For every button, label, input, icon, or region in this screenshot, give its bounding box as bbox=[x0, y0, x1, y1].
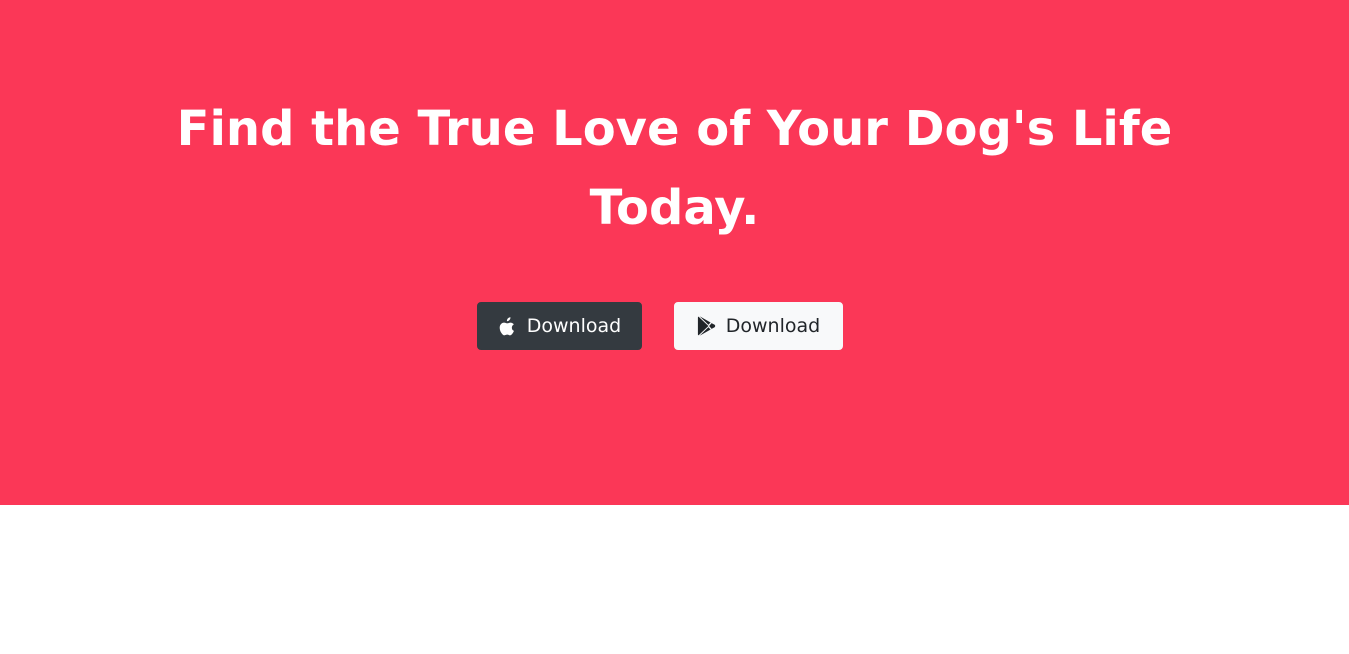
google-play-download-label: Download bbox=[725, 315, 821, 337]
google-play-icon bbox=[697, 316, 717, 336]
apple-download-button[interactable]: Download bbox=[477, 302, 642, 350]
apple-download-label: Download bbox=[526, 315, 622, 337]
apple-icon bbox=[498, 316, 518, 336]
google-play-download-button[interactable]: Download bbox=[674, 302, 843, 350]
hero-section: Find the True Love of Your Dog's Life To… bbox=[0, 0, 1349, 505]
hero-headline: Find the True Love of Your Dog's Life To… bbox=[176, 101, 1173, 236]
